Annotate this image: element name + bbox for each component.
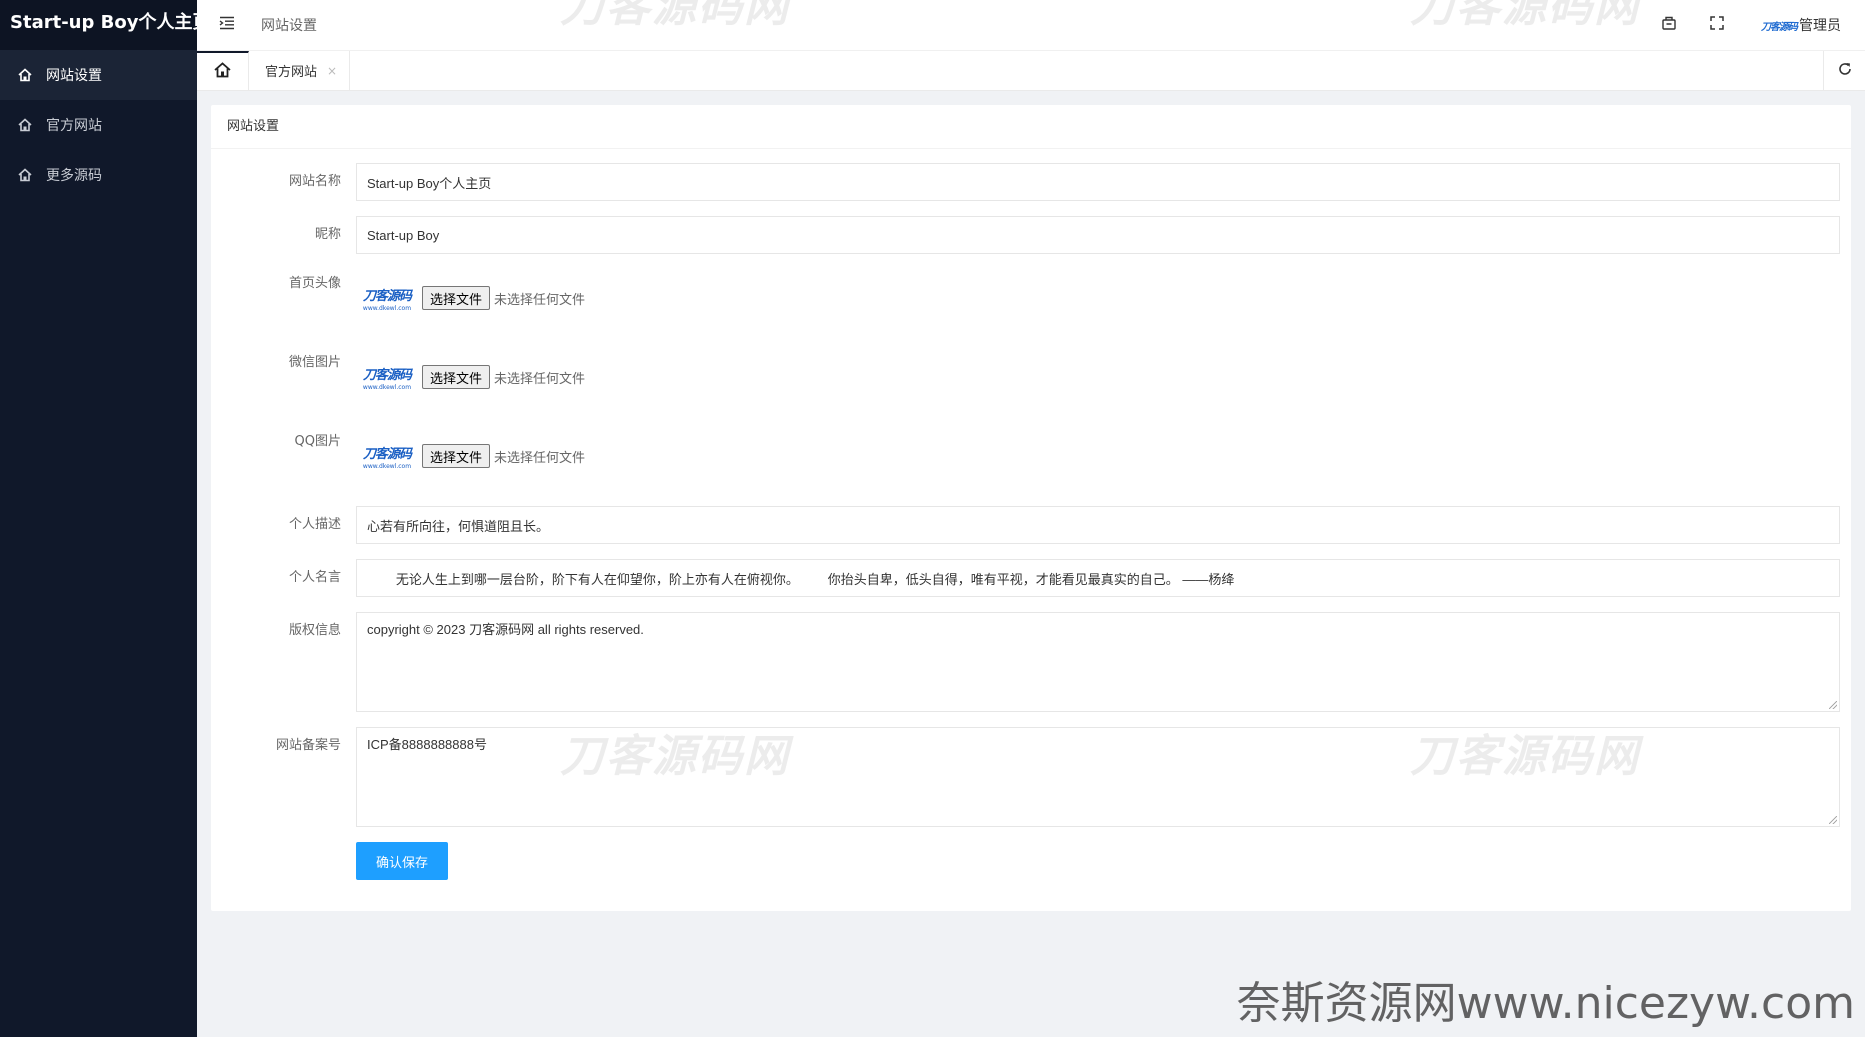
nickname-input[interactable] bbox=[356, 216, 1840, 254]
fullscreen-button[interactable] bbox=[1693, 0, 1741, 51]
clear-cache-button[interactable] bbox=[1645, 0, 1693, 51]
user-menu[interactable]: 刀客源码 管理员 bbox=[1741, 15, 1865, 35]
home-icon bbox=[18, 118, 32, 132]
tab-label: 官方网站 bbox=[265, 65, 318, 80]
icp-label: 网站备案号 bbox=[275, 738, 341, 753]
tab-bar: 官方网站 × bbox=[197, 51, 1865, 91]
wechat-file-status: 未选择任何文件 bbox=[494, 371, 586, 387]
qq-file-status: 未选择任何文件 bbox=[494, 450, 586, 466]
home-icon bbox=[18, 168, 32, 182]
thumb-logo-text: 刀客源码 bbox=[362, 288, 412, 304]
nickname-label: 昵称 bbox=[314, 227, 341, 242]
menu-toggle-button[interactable] bbox=[197, 0, 257, 51]
refresh-button[interactable] bbox=[1823, 51, 1865, 90]
site-name-label: 网站名称 bbox=[288, 174, 341, 189]
header-actions: 刀客源码 管理员 bbox=[1645, 0, 1865, 51]
fullscreen-icon bbox=[1710, 16, 1724, 34]
resize-grip-icon[interactable] bbox=[1829, 816, 1837, 824]
brand-title: Start-up Boy个人主页 bbox=[0, 0, 197, 50]
thumb-logo-url: www.dkewl.com bbox=[362, 383, 412, 391]
wechat-choose-file-button[interactable]: 选择文件 bbox=[422, 365, 491, 389]
avatar-label: 首页头像 bbox=[288, 276, 341, 291]
qq-choose-file-button[interactable]: 选择文件 bbox=[422, 444, 491, 468]
card-title: 网站设置 bbox=[211, 105, 1851, 149]
sidebar-item-label: 官方网站 bbox=[46, 118, 102, 134]
description-input[interactable] bbox=[356, 506, 1840, 544]
sidebar-item-official-site[interactable]: 官方网站 bbox=[0, 100, 197, 150]
motto-label: 个人名言 bbox=[288, 570, 341, 585]
sidebar-item-site-settings[interactable]: 网站设置 bbox=[0, 50, 197, 100]
motto-input[interactable] bbox=[356, 559, 1840, 597]
avatar-file-status: 未选择任何文件 bbox=[494, 292, 586, 308]
menu-toggle-icon bbox=[219, 16, 235, 34]
wechat-thumbnail: 刀客源码 www.dkewl.com bbox=[356, 346, 418, 408]
avatar-choose-file-button[interactable]: 选择文件 bbox=[422, 286, 491, 310]
qq-thumbnail: 刀客源码 www.dkewl.com bbox=[356, 425, 418, 487]
sidebar-item-label: 更多源码 bbox=[46, 168, 102, 184]
qq-upload: 刀客源码 www.dkewl.com 选择文件 未选择任何文件 bbox=[356, 425, 585, 487]
user-name: 管理员 bbox=[1799, 18, 1841, 34]
user-avatar-logo: 刀客源码 bbox=[1761, 21, 1798, 33]
breadcrumb: 网站设置 bbox=[261, 18, 317, 34]
thumb-logo-text: 刀客源码 bbox=[362, 446, 412, 462]
refresh-icon bbox=[1838, 62, 1852, 80]
thumb-logo-url: www.dkewl.com bbox=[362, 462, 412, 470]
home-icon bbox=[214, 61, 231, 82]
sidebar-item-label: 网站设置 bbox=[46, 68, 102, 84]
thumb-logo-text: 刀客源码 bbox=[362, 367, 412, 383]
resize-grip-icon[interactable] bbox=[1829, 701, 1837, 709]
avatar-upload: 刀客源码 www.dkewl.com 选择文件 未选择任何文件 bbox=[356, 267, 585, 329]
settings-card: 网站设置 网站名称 昵称 首页头像 刀客源码 www.dkewl.com 选择文… bbox=[211, 105, 1851, 911]
wechat-upload: 刀客源码 www.dkewl.com 选择文件 未选择任何文件 bbox=[356, 346, 585, 408]
top-header: 网站设置 刀客源码 管理员 bbox=[197, 0, 1865, 51]
description-label: 个人描述 bbox=[288, 517, 341, 532]
clear-cache-icon bbox=[1661, 15, 1677, 35]
site-watermark: 奈斯资源网www.nicezyw.com bbox=[1236, 978, 1855, 1029]
copyright-label: 版权信息 bbox=[288, 623, 341, 638]
icp-text: ICP备8888888888号 bbox=[367, 737, 487, 752]
site-name-input[interactable] bbox=[356, 163, 1840, 201]
tab-official-site[interactable]: 官方网站 × bbox=[249, 51, 351, 90]
avatar-thumbnail: 刀客源码 www.dkewl.com bbox=[356, 267, 418, 329]
sidebar-item-more-source[interactable]: 更多源码 bbox=[0, 150, 197, 200]
save-button[interactable]: 确认保存 bbox=[356, 842, 448, 880]
copyright-text: copyright © 2023 刀客源码网 all rights reserv… bbox=[367, 622, 644, 637]
home-icon bbox=[18, 68, 32, 82]
icp-textarea[interactable]: ICP备8888888888号 bbox=[356, 727, 1840, 827]
thumb-logo-url: www.dkewl.com bbox=[362, 304, 412, 312]
copyright-textarea[interactable]: copyright © 2023 刀客源码网 all rights reserv… bbox=[356, 612, 1840, 712]
close-icon[interactable]: × bbox=[327, 64, 337, 78]
sidebar: Start-up Boy个人主页 网站设置 官方网站 更多源码 bbox=[0, 0, 197, 1037]
qq-label: QQ图片 bbox=[294, 434, 341, 449]
tab-home[interactable] bbox=[197, 51, 249, 90]
wechat-label: 微信图片 bbox=[288, 355, 341, 370]
